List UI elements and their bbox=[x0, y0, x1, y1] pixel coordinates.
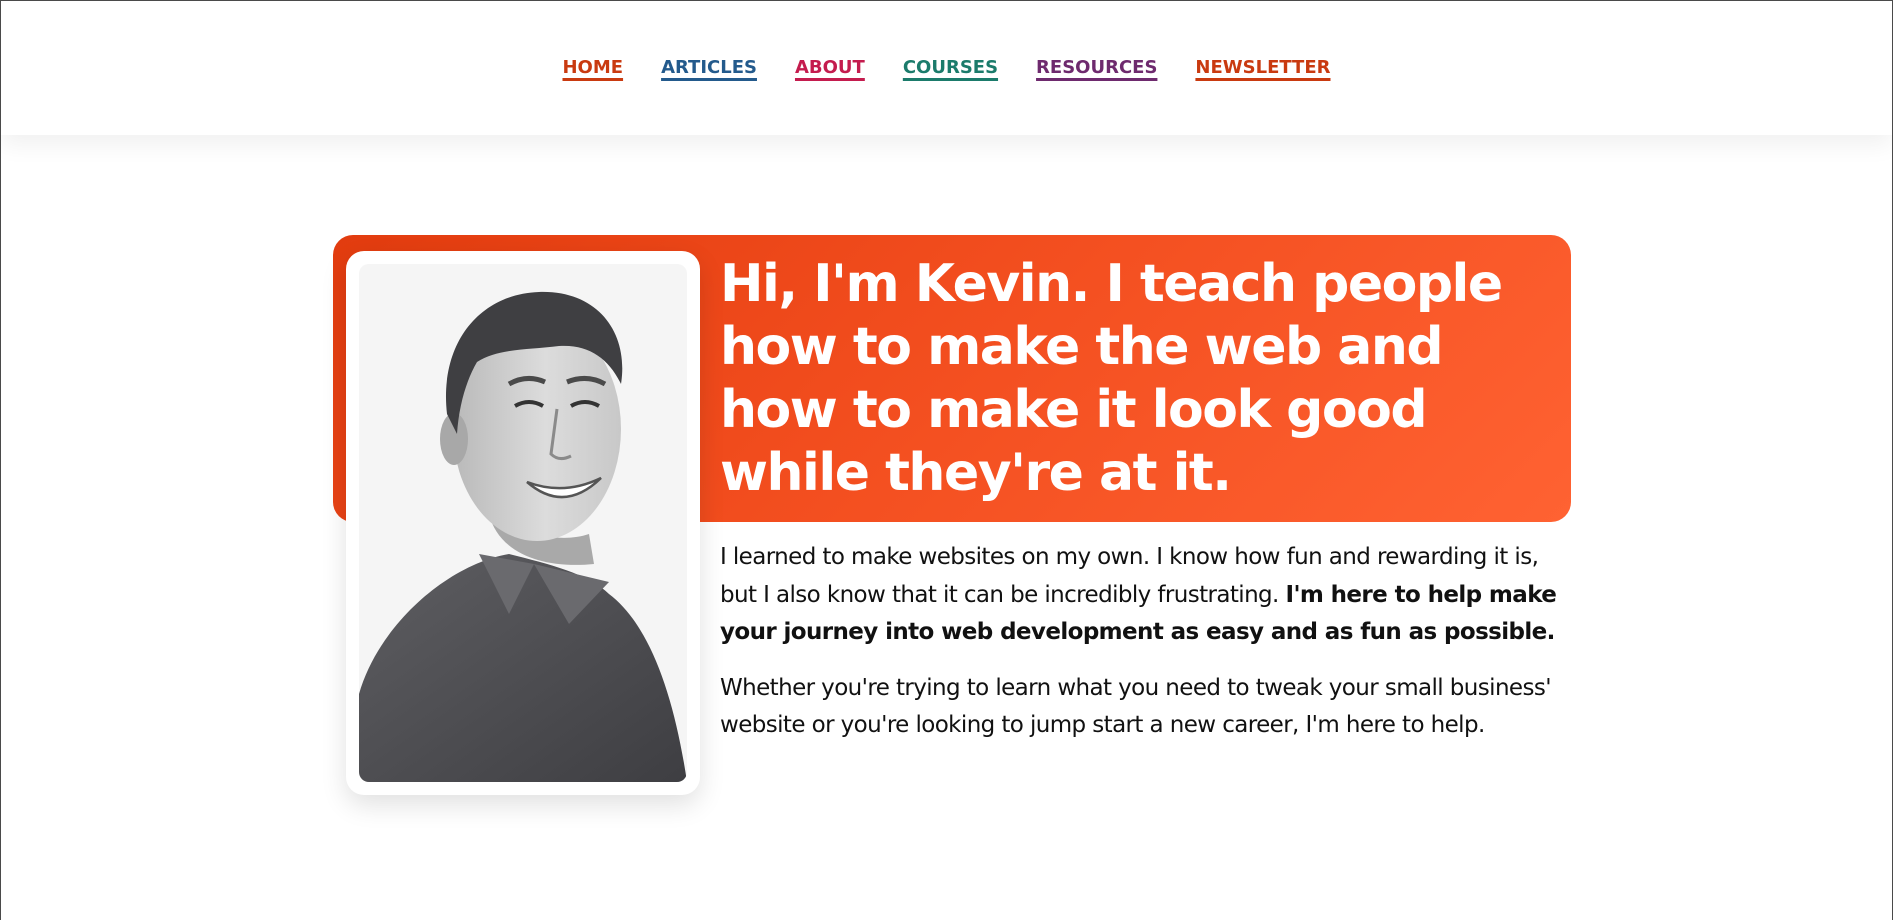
nav-link-home[interactable]: HOME bbox=[562, 57, 623, 78]
nav-item-newsletter: NEWSLETTER bbox=[1195, 57, 1330, 78]
hero-body: I learned to make websites on my own. I … bbox=[720, 539, 1560, 763]
nav-list: HOME ARTICLES ABOUT COURSES RESOURCES NE… bbox=[562, 57, 1330, 78]
intro-paragraph: I learned to make websites on my own. I … bbox=[720, 539, 1560, 652]
nav-link-articles[interactable]: ARTICLES bbox=[661, 57, 757, 78]
portrait-photo bbox=[359, 264, 687, 782]
nav-item-articles: ARTICLES bbox=[661, 57, 757, 78]
hero-section: Hi, I'm Kevin. I teach people how to mak… bbox=[333, 235, 1571, 795]
site-header: HOME ARTICLES ABOUT COURSES RESOURCES NE… bbox=[1, 1, 1892, 135]
nav-item-resources: RESOURCES bbox=[1036, 57, 1157, 78]
second-paragraph: Whether you're trying to learn what you … bbox=[720, 674, 1552, 739]
hero-title: Hi, I'm Kevin. I teach people how to mak… bbox=[720, 254, 1503, 503]
nav-link-about[interactable]: ABOUT bbox=[795, 57, 865, 78]
page: HOME ARTICLES ABOUT COURSES RESOURCES NE… bbox=[0, 0, 1893, 920]
main-nav: HOME ARTICLES ABOUT COURSES RESOURCES NE… bbox=[1, 57, 1892, 78]
nav-link-resources[interactable]: RESOURCES bbox=[1036, 57, 1157, 78]
nav-link-newsletter[interactable]: NEWSLETTER bbox=[1195, 57, 1330, 78]
nav-item-courses: COURSES bbox=[903, 57, 998, 78]
nav-item-about: ABOUT bbox=[795, 57, 865, 78]
portrait-card bbox=[346, 251, 700, 795]
nav-item-home: HOME bbox=[562, 57, 623, 78]
portrait-illustration bbox=[359, 264, 687, 782]
nav-link-courses[interactable]: COURSES bbox=[903, 57, 998, 78]
